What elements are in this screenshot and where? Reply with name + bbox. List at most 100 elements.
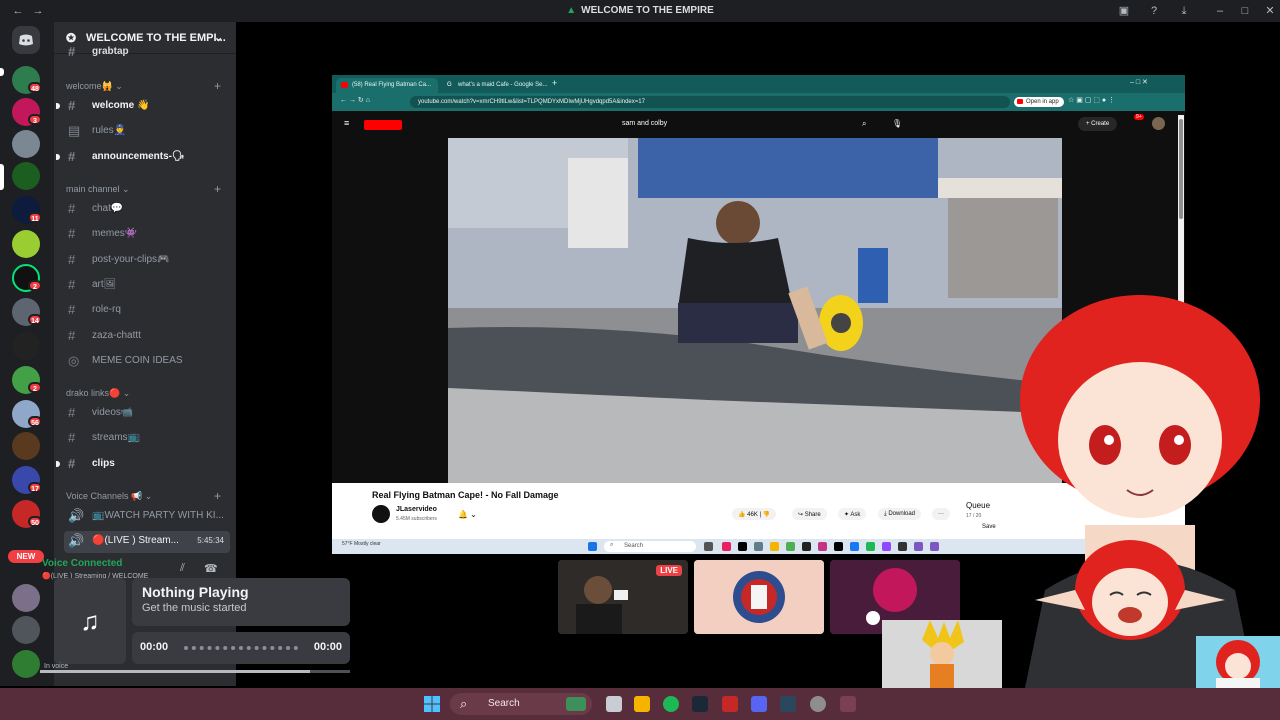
video-player[interactable] bbox=[448, 138, 1062, 483]
channel-streams[interactable]: # streams📺 bbox=[64, 428, 230, 448]
category-drako-links[interactable]: drako links🔴 ⌄ bbox=[66, 388, 130, 399]
channel-grabtap[interactable]: # grabtap bbox=[64, 44, 230, 60]
signal-icon[interactable]: ⫽ bbox=[180, 562, 185, 575]
maximize-icon[interactable]: □ bbox=[1237, 3, 1253, 19]
disconnect-icon[interactable]: ☎ bbox=[204, 562, 218, 575]
spotify-icon[interactable] bbox=[663, 696, 679, 712]
steam-icon[interactable] bbox=[780, 696, 796, 712]
channel-videos[interactable]: # videos📹 bbox=[64, 403, 230, 423]
notification-count: 9+ bbox=[1134, 114, 1144, 120]
taskbar-search-box[interactable]: ⌕ Search bbox=[450, 693, 592, 715]
window-title: ▲ WELCOME TO THE EMPIRE bbox=[566, 5, 714, 16]
inbox-icon[interactable]: ▣ bbox=[1116, 3, 1132, 19]
new-servers-pill[interactable]: NEW bbox=[8, 550, 44, 563]
channel-name[interactable]: JLaservideo bbox=[396, 506, 437, 513]
voice-channel-watch-party[interactable]: 🔊 📺WATCH PARTY WITH KI... bbox=[64, 506, 230, 526]
add-channel-icon[interactable]: + bbox=[214, 182, 221, 196]
notifications-bell-icon[interactable]: 9+ bbox=[1128, 114, 1144, 128]
category-voice-channels[interactable]: Voice Channels 📢 ⌄ + bbox=[66, 489, 221, 503]
add-channel-icon[interactable]: + bbox=[214, 79, 221, 93]
channel-art[interactable]: # art🖼 bbox=[64, 275, 230, 295]
bookmark-star-icon[interactable]: ☆ ▣ ▢ ⬚ ● ⋮ bbox=[1068, 96, 1115, 104]
bell-icon[interactable]: 🔔 ⌄ bbox=[458, 510, 477, 519]
channel-avatar[interactable] bbox=[372, 505, 390, 523]
minimize-icon[interactable]: – bbox=[1212, 3, 1228, 19]
mention-badge: 56 bbox=[28, 416, 42, 427]
stream-duration: 5:45:34 bbox=[197, 536, 224, 545]
server-icon[interactable] bbox=[12, 162, 40, 190]
channel-post-your-clips[interactable]: # post-your-clips🎮 bbox=[64, 250, 230, 270]
app-icon[interactable] bbox=[722, 696, 738, 712]
taskbar-search: ⌕ Search bbox=[604, 541, 696, 552]
discord-icon[interactable] bbox=[751, 696, 767, 712]
window-controls[interactable]: – □ ✕ bbox=[1130, 78, 1148, 86]
more-options-icon[interactable]: ··· bbox=[932, 508, 950, 520]
channel-meme-coin-ideas[interactable]: ◎ MEME COIN IDEAS bbox=[64, 351, 230, 371]
channel-memes[interactable]: # memes👾 bbox=[64, 224, 230, 244]
channel-zaza-chattt[interactable]: # zaza-chattt bbox=[64, 326, 230, 346]
open-in-app-button[interactable]: Open in app bbox=[1014, 97, 1064, 107]
channel-role-rq[interactable]: # role-rq bbox=[64, 300, 230, 320]
ask-button[interactable]: ✦ Ask bbox=[838, 508, 867, 520]
add-channel-icon[interactable]: + bbox=[214, 489, 221, 503]
server-icon[interactable] bbox=[12, 130, 40, 158]
queue-save-button[interactable]: Save bbox=[982, 524, 996, 530]
participant-tile-streamer[interactable]: LIVE bbox=[558, 560, 688, 634]
like-button[interactable]: 👍 46K | 👎 bbox=[732, 508, 777, 520]
video-title: Real Flying Batman Cape! - No Fall Damag… bbox=[372, 490, 559, 500]
address-bar[interactable]: youtube.com/watch?v=xmrCH9tlLw&list=TLPQ… bbox=[410, 96, 1010, 108]
download-button[interactable]: ⤓ Download bbox=[878, 508, 922, 520]
category-welcome[interactable]: welcome🙀 ⌄ + bbox=[66, 79, 221, 93]
app-icon[interactable] bbox=[840, 696, 856, 712]
server-icon[interactable] bbox=[12, 230, 40, 258]
server-icon[interactable] bbox=[12, 616, 40, 644]
music-title: Nothing Playing bbox=[142, 584, 249, 600]
app-icon bbox=[898, 542, 907, 551]
channel-rules[interactable]: ▤ rules👮 bbox=[64, 121, 230, 141]
youtube-header: ≡ sam and colby ⌕ 🎙 + Create 9+ bbox=[332, 111, 1185, 139]
steam-icon[interactable] bbox=[692, 696, 708, 712]
browser-tab-youtube[interactable]: (58) Real Flying Batman Ca... bbox=[336, 78, 438, 93]
server-icon[interactable] bbox=[12, 332, 40, 360]
youtube-logo[interactable] bbox=[364, 120, 402, 130]
voice-progress-bar bbox=[40, 670, 350, 673]
hamburger-menu-icon[interactable]: ≡ bbox=[344, 118, 349, 128]
app-icon bbox=[704, 542, 713, 551]
channel-welcome[interactable]: # welcome 👋 bbox=[56, 96, 230, 116]
microphone-icon[interactable]: 🎙 bbox=[892, 119, 902, 128]
search-icon[interactable]: ⌕ bbox=[862, 119, 866, 129]
voice-channel-live-stream[interactable]: 🔊 🔴(LIVE ) Stream... 5:45:34 bbox=[64, 531, 230, 553]
music-subtitle: Get the music started bbox=[142, 602, 247, 614]
nav-buttons-icon[interactable]: ← → ↻ ⌂ bbox=[340, 96, 370, 104]
category-main-channel[interactable]: main channel ⌄ + bbox=[66, 182, 221, 196]
music-note-icon: ♫ bbox=[54, 578, 126, 664]
live-badge: LIVE bbox=[656, 565, 682, 576]
discord-home-icon[interactable] bbox=[12, 26, 40, 54]
share-button[interactable]: ↪ Share bbox=[792, 508, 827, 520]
youtube-search-query[interactable]: sam and colby bbox=[622, 120, 667, 127]
in-voice-label: In voice bbox=[44, 663, 69, 670]
app-icon bbox=[914, 542, 923, 551]
server-icon[interactable] bbox=[12, 584, 40, 612]
music-seek-bar[interactable] bbox=[184, 646, 298, 650]
browser-tab-google[interactable]: Gwhat's a maid Cafe - Google Se... bbox=[442, 78, 554, 93]
server-icon[interactable] bbox=[12, 432, 40, 460]
close-icon[interactable]: ✕ bbox=[1262, 3, 1278, 19]
windows-start-icon[interactable] bbox=[424, 696, 440, 712]
create-button[interactable]: + Create bbox=[1078, 117, 1118, 131]
channel-clips[interactable]: # clips bbox=[56, 454, 230, 474]
channel-chat[interactable]: # chat💬 bbox=[64, 199, 230, 219]
server-icon[interactable] bbox=[12, 650, 40, 678]
download-icon[interactable]: ⤓ bbox=[1176, 3, 1192, 19]
file-explorer-icon[interactable] bbox=[634, 696, 650, 712]
help-icon[interactable]: ? bbox=[1146, 3, 1162, 19]
participant-tile-avatar[interactable] bbox=[694, 560, 824, 634]
new-tab-icon[interactable]: + bbox=[552, 78, 557, 88]
app-icon[interactable] bbox=[810, 696, 826, 712]
channel-announcements[interactable]: # announcements-🗣 bbox=[56, 147, 230, 167]
avatar[interactable] bbox=[1152, 117, 1165, 130]
task-view-icon[interactable] bbox=[606, 696, 622, 712]
speaker-icon: ▲ bbox=[566, 5, 577, 16]
search-icon: ⌕ bbox=[610, 542, 614, 548]
forum-icon: ◎ bbox=[68, 353, 80, 368]
